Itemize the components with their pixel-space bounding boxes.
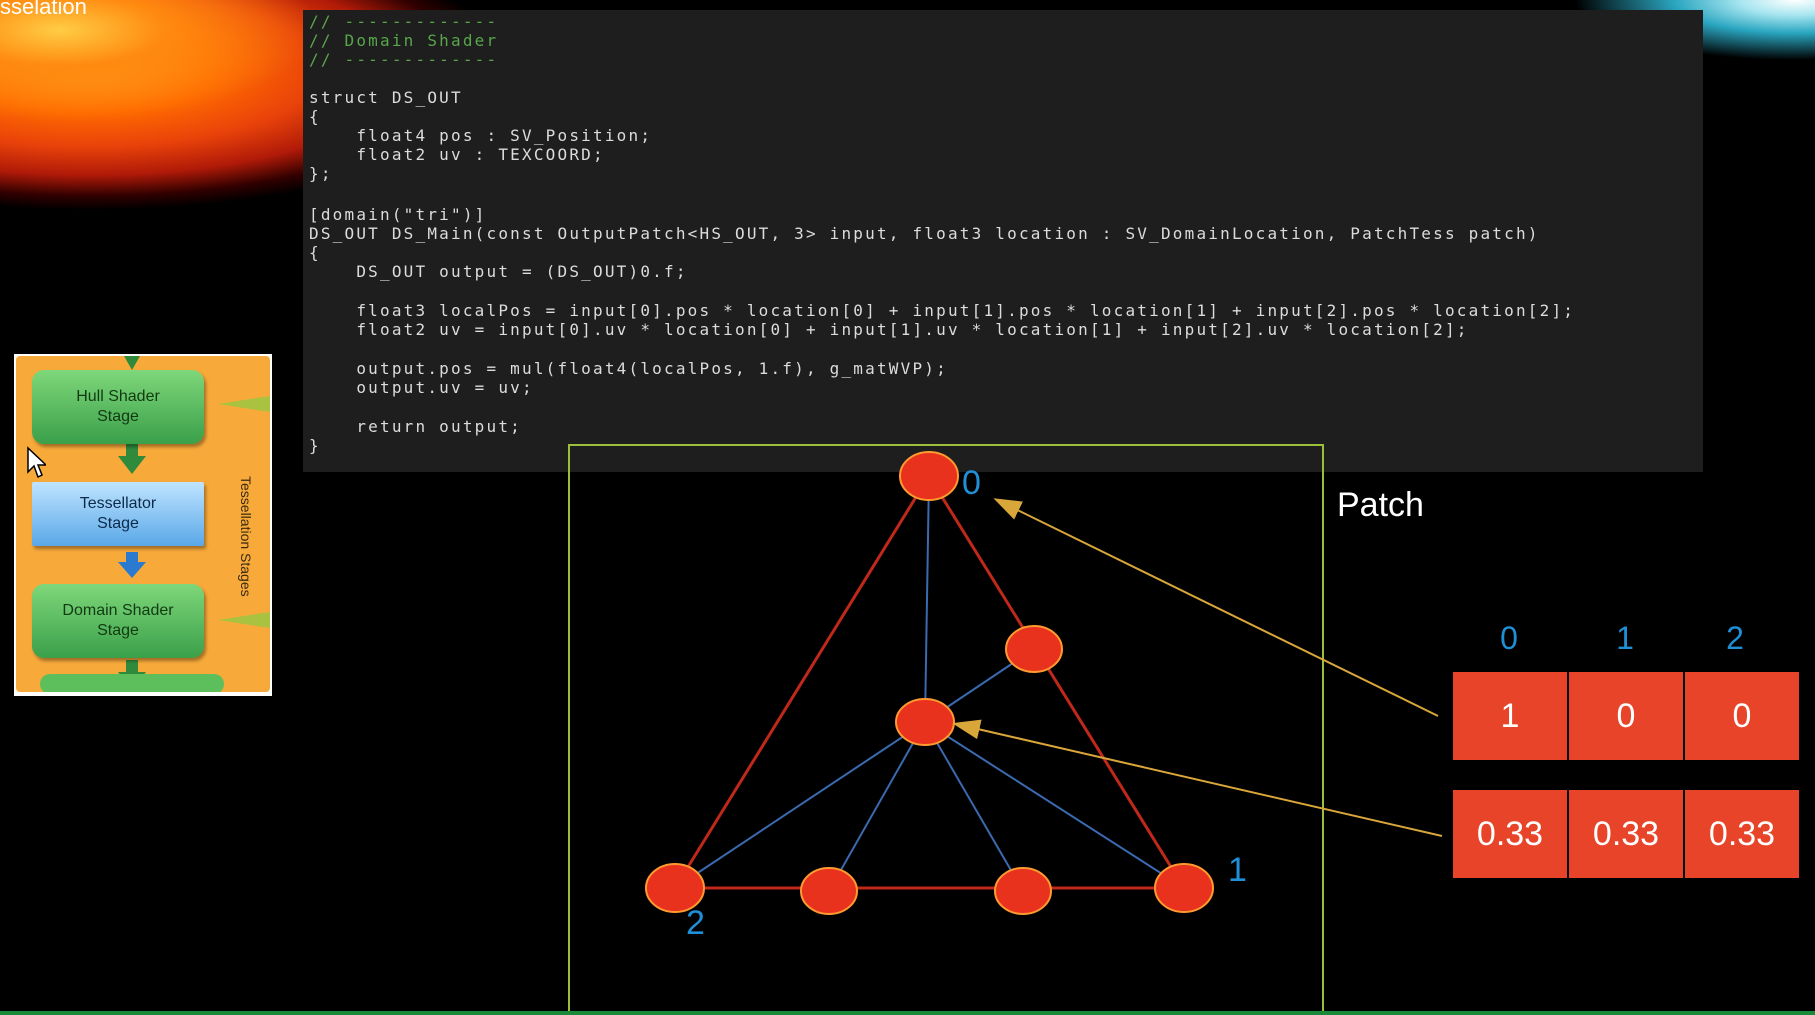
pipeline-diagram: Hull Shader Stage Tessellator Stage Doma… bbox=[14, 354, 272, 696]
mouse-cursor-icon bbox=[27, 446, 46, 479]
code-line: } bbox=[309, 436, 321, 455]
slide-title: sselation bbox=[0, 0, 87, 19]
code-line: // Domain Shader bbox=[309, 31, 499, 50]
weight-column-header: 2 bbox=[1726, 620, 1744, 656]
code-line: // ------------- bbox=[309, 12, 499, 31]
code-line: }; bbox=[309, 164, 333, 183]
weight-cell: 0.33 bbox=[1569, 790, 1683, 878]
code-line: [domain("tri")] bbox=[309, 205, 487, 224]
tessellator-stage: Tessellator Stage bbox=[32, 482, 204, 546]
hull-shader-stage: Hull Shader Stage bbox=[32, 370, 204, 444]
code-line: // ------------- bbox=[309, 50, 499, 69]
weight-cell: 0 bbox=[1685, 672, 1799, 760]
code-line: struct DS_OUT bbox=[309, 88, 463, 107]
bottom-accent-line bbox=[0, 1011, 1815, 1015]
weight-cell: 0.33 bbox=[1685, 790, 1799, 878]
down-arrow-blue-icon bbox=[118, 562, 146, 578]
code-line: float4 pos : SV_Position; bbox=[309, 126, 653, 145]
top-arrow-icon bbox=[124, 356, 140, 370]
code-line: DS_OUT output = (DS_OUT)0.f; bbox=[309, 262, 688, 281]
weight-cell: 0 bbox=[1569, 672, 1683, 760]
pipeline-diagram-panel: Hull Shader Stage Tessellator Stage Doma… bbox=[16, 356, 270, 692]
weight-cell: 0.33 bbox=[1453, 790, 1567, 878]
code-line: output.pos = mul(float4(localPos, 1.f), … bbox=[309, 359, 948, 378]
code-line: float2 uv : TEXCOORD; bbox=[309, 145, 605, 164]
weight-column-header: 0 bbox=[1500, 620, 1518, 656]
code-line: output.uv = uv; bbox=[309, 378, 534, 397]
code-line: { bbox=[309, 243, 321, 262]
domain-shader-stage: Domain Shader Stage bbox=[32, 584, 204, 658]
weight-column-header: 1 bbox=[1616, 620, 1634, 656]
code-line: DS_OUT DS_Main(const OutputPatch<HS_OUT,… bbox=[309, 224, 1540, 243]
code-line: float3 localPos = input[0].pos * locatio… bbox=[309, 301, 1576, 320]
code-line: return output; bbox=[309, 417, 522, 436]
code-line: { bbox=[309, 107, 321, 126]
patch-label: Patch bbox=[1337, 486, 1424, 524]
tessellation-stages-label: Tessellation Stages bbox=[238, 475, 254, 597]
weight-cell: 1 bbox=[1453, 672, 1567, 760]
down-arrow-icon bbox=[118, 456, 146, 474]
code-line: float2 uv = input[0].uv * location[0] + … bbox=[309, 320, 1469, 339]
patch-frame bbox=[568, 444, 1324, 1015]
left-arrow-icon bbox=[218, 396, 270, 412]
code-editor: // ------------- // Domain Shader // ---… bbox=[303, 10, 1703, 472]
